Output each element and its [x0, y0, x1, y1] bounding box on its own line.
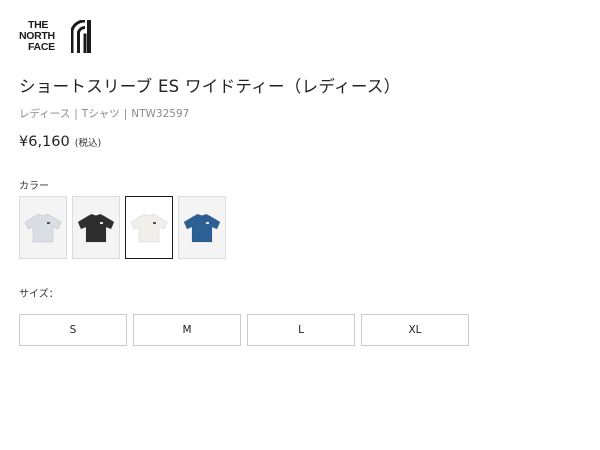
size-label: サイズ： — [19, 289, 59, 300]
breadcrumb: レディース | Tシャツ | NTW32597 — [19, 106, 189, 121]
color-swatch-black[interactable] — [72, 196, 120, 259]
tshirt-blue-icon — [183, 213, 221, 242]
breadcrumb-item-category[interactable]: レディース — [19, 108, 70, 120]
color-swatch-light-gray[interactable] — [19, 196, 67, 259]
breadcrumb-separator: | — [74, 108, 78, 120]
color-swatch-off-white[interactable] — [125, 196, 173, 259]
tshirt-off-white-icon — [130, 213, 168, 242]
color-label: カラー — [19, 181, 49, 192]
color-swatch-list — [19, 196, 226, 259]
size-option-list: S M L XL — [19, 314, 469, 346]
product-title: ショートスリーブ ES ワイドティー（レディース） — [19, 77, 401, 96]
breadcrumb-item-code: NTW32597 — [131, 108, 190, 120]
price-tax-note: (税込) — [74, 138, 102, 149]
brand-logo[interactable]: THE NORTH FACE — [19, 20, 91, 54]
price-amount: ¥6,160 — [19, 134, 70, 150]
breadcrumb-item-type[interactable]: Tシャツ — [82, 108, 120, 120]
tshirt-light-gray-icon — [24, 213, 62, 242]
color-swatch-blue[interactable] — [178, 196, 226, 259]
half-dome-logo-icon — [71, 20, 91, 53]
size-option-xl[interactable]: XL — [361, 314, 469, 346]
breadcrumb-separator: | — [123, 108, 128, 120]
size-option-l[interactable]: L — [247, 314, 355, 346]
brand-logo-line3: FACE — [28, 41, 55, 53]
price: ¥6,160 (税込) — [19, 131, 101, 150]
size-option-m[interactable]: M — [133, 314, 241, 346]
brand-logo-wordmark: THE NORTH FACE — [19, 20, 55, 53]
tshirt-black-icon — [77, 213, 115, 242]
size-option-s[interactable]: S — [19, 314, 127, 346]
